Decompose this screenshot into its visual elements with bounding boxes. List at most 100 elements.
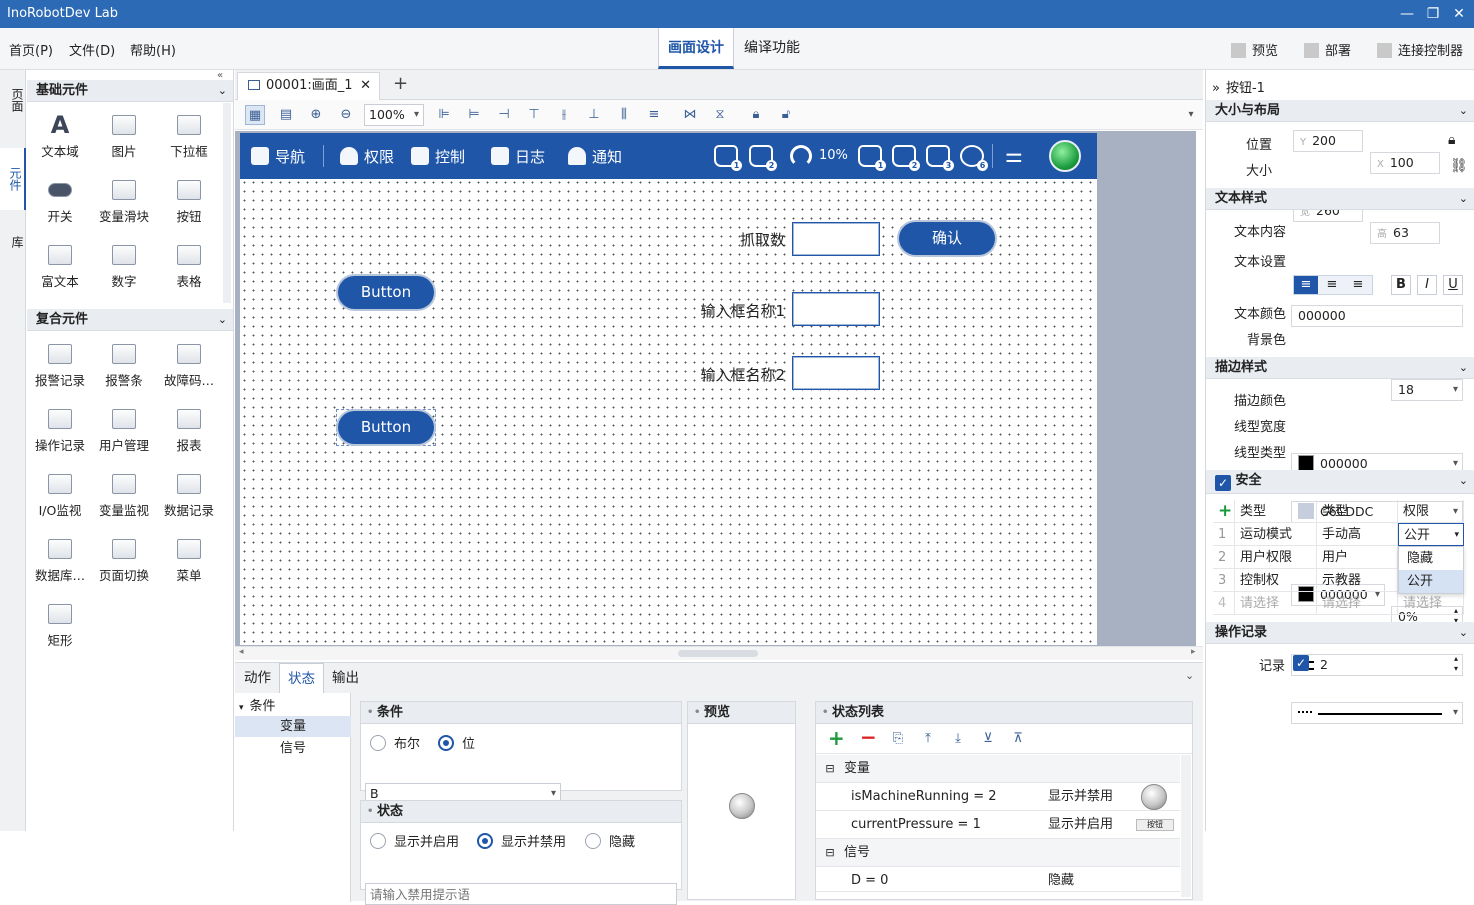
lock-ratio-icon[interactable]: 🔒︎ <box>1448 132 1455 148</box>
security-section-header[interactable]: ✓ 安全 ⌄ <box>1206 470 1474 494</box>
align-top-icon[interactable]: ⊤ <box>524 105 544 125</box>
comp-user-mgmt[interactable]: 用户管理 <box>92 409 156 454</box>
restore-icon[interactable]: ❐ <box>1422 4 1444 24</box>
close-tab-icon[interactable]: ✕ <box>360 73 371 99</box>
comp-rich-text[interactable]: 富文本 <box>28 245 92 290</box>
row-type[interactable]: 用户权限 <box>1235 546 1317 569</box>
row-permission[interactable]: 请选择 <box>1398 592 1464 615</box>
chevron-down-icon[interactable]: ⌄ <box>1185 669 1194 682</box>
nav-item-control[interactable]: 控制 <box>411 146 465 167</box>
robot-3-icon[interactable]: 3 <box>926 145 954 171</box>
comp-io-monitor[interactable]: I/O监视 <box>28 474 92 519</box>
nav-item-permission[interactable]: 权限 <box>340 146 394 167</box>
comp-operation-log[interactable]: 操作记录 <box>28 409 92 454</box>
align-right-icon[interactable]: ⊣ <box>494 105 514 125</box>
group-row-signal[interactable]: ⊟ 信号 <box>816 839 1180 867</box>
align-left-icon[interactable]: ⊫ <box>434 105 454 125</box>
confirm-button[interactable]: 确认 <box>899 222 995 255</box>
text-section-header[interactable]: 文本样式 ⌄ <box>1206 188 1474 210</box>
add-row-icon[interactable]: + <box>1213 500 1235 523</box>
dropdown-option[interactable]: 隐藏 <box>1399 547 1463 570</box>
zoom-out-icon[interactable]: ⊖ <box>336 105 356 125</box>
link-icon[interactable]: ⛓︎ <box>1450 158 1468 174</box>
composite-section-header[interactable]: 复合元件 ⌄ <box>27 309 233 331</box>
scroll-thumb[interactable] <box>678 650 758 657</box>
menu-help[interactable]: 帮助(H) <box>130 40 176 59</box>
flip-v-icon[interactable]: ⧖ <box>710 105 730 125</box>
state-row[interactable]: isMachineRunning = 2 显示并禁用 <box>816 783 1180 811</box>
comp-var-slider[interactable]: 变量滑块 <box>92 180 156 225</box>
preview-button[interactable]: 预览 <box>1231 40 1278 59</box>
comp-image[interactable]: 图片 <box>92 115 156 160</box>
deploy-button[interactable]: 部署 <box>1304 40 1351 59</box>
tab-screen-design[interactable]: 画面设计 <box>658 28 734 69</box>
tab-components[interactable]: 元件 <box>0 148 26 210</box>
italic-icon[interactable]: I <box>1417 275 1437 295</box>
menu-home[interactable]: 首页(P) <box>9 40 53 59</box>
comp-var-monitor[interactable]: 变量监视 <box>92 474 156 519</box>
row-type[interactable]: 请选择 <box>1235 592 1317 615</box>
tree-root[interactable]: ▾ 条件 <box>239 695 276 714</box>
line-width-stepper[interactable]: 2 ▴ ▾ <box>1291 654 1463 676</box>
y-input[interactable]: Y 200 <box>1293 130 1363 152</box>
move-down-icon[interactable]: ⊻ <box>978 729 998 749</box>
doc-tab[interactable]: 00001:画面_1 ✕ <box>237 72 380 100</box>
move-bottom-icon[interactable]: ⤓ <box>948 729 968 749</box>
distribute-v-icon[interactable]: ≡ <box>644 105 664 125</box>
tab-pages[interactable]: 页面 <box>0 80 26 120</box>
robot-2-icon[interactable]: 2 <box>892 145 920 171</box>
unlock-icon[interactable]: 🔓︎ <box>776 105 796 125</box>
oplog-section-header[interactable]: 操作记录 ⌄ <box>1206 622 1474 644</box>
robot-1-icon[interactable]: 1 <box>858 145 886 171</box>
row-subtype[interactable]: 用户 <box>1317 546 1398 569</box>
close-icon[interactable]: ✕ <box>1448 4 1470 24</box>
layer-1-icon[interactable]: 1 <box>714 145 742 171</box>
canvas-hscrollbar[interactable]: ◂ ▸ <box>235 646 1203 660</box>
layer-2-icon[interactable]: 2 <box>749 145 777 171</box>
comp-rectangle[interactable]: 矩形 <box>28 604 92 649</box>
row-type[interactable]: 运动模式 <box>1235 523 1317 546</box>
distribute-h-icon[interactable]: ⫼ <box>614 105 634 125</box>
copy-icon[interactable]: ⎘ <box>888 729 908 749</box>
add-tab-icon[interactable]: + <box>393 73 408 94</box>
disable-hint-input[interactable] <box>365 883 677 905</box>
input2-field[interactable] <box>792 356 880 390</box>
globe-icon[interactable]: 6 <box>960 145 988 171</box>
align-left-icon[interactable]: ≡ <box>1294 276 1318 294</box>
text-content-input[interactable]: 000000 <box>1291 305 1463 327</box>
comp-number[interactable]: 数字 <box>92 245 156 290</box>
comp-button[interactable]: 按钮 <box>157 180 221 225</box>
row-subtype[interactable]: 手动高 <box>1317 523 1398 546</box>
grab-count-input[interactable] <box>792 222 880 256</box>
comp-fault-code[interactable]: 故障码… <box>157 344 221 389</box>
connect-controller-button[interactable]: 连接控制器 <box>1377 40 1463 59</box>
tab-state[interactable]: 状态 <box>279 663 324 693</box>
screen-stage[interactable]: 导航 权限 控制 日志 通知 1 2 10% 1 2 3 6 ⚌ 抓取数 确认 <box>240 133 1097 645</box>
state-row[interactable]: D = 0 隐藏 <box>816 867 1180 892</box>
font-size-select[interactable]: 18 <box>1391 379 1463 401</box>
align-center-icon[interactable]: ⊨ <box>464 105 484 125</box>
underline-icon[interactable]: U <box>1443 275 1463 295</box>
group-row-variable[interactable]: ⊟ 变量 <box>816 755 1180 783</box>
permission-select[interactable]: 公开 ▾ <box>1398 523 1464 546</box>
move-up-icon[interactable]: ⊼ <box>1008 729 1028 749</box>
align-middle-icon[interactable]: ⫲ <box>554 105 574 125</box>
align-center-icon[interactable]: ≡ <box>1320 276 1344 294</box>
scroll-right-icon[interactable]: ▸ <box>1191 647 1196 657</box>
tab-library[interactable]: 库 <box>0 228 26 256</box>
menu-file[interactable]: 文件(D) <box>69 40 115 59</box>
radio-show-disable[interactable]: 显示并禁用 <box>477 831 566 850</box>
snap-icon[interactable]: ▤ <box>276 105 296 125</box>
comp-menu[interactable]: 菜单 <box>157 539 221 584</box>
row-type[interactable]: 控制权 <box>1235 569 1317 592</box>
flip-h-icon[interactable]: ⋈ <box>680 105 700 125</box>
layout-section-header[interactable]: 大小与布局 ⌄ <box>1206 100 1474 122</box>
tree-item-signal[interactable]: 信号 <box>235 738 351 759</box>
comp-table[interactable]: 表格 <box>157 245 221 290</box>
align-bottom-icon[interactable]: ⊥ <box>584 105 604 125</box>
comp-data-record[interactable]: 数据记录 <box>157 474 221 519</box>
comp-alarm-bar[interactable]: 报警条 <box>92 344 156 389</box>
radio-hide[interactable]: 隐藏 <box>585 831 635 850</box>
comp-switch[interactable]: 开关 <box>28 180 92 225</box>
align-right-icon[interactable]: ≡ <box>1346 276 1370 294</box>
